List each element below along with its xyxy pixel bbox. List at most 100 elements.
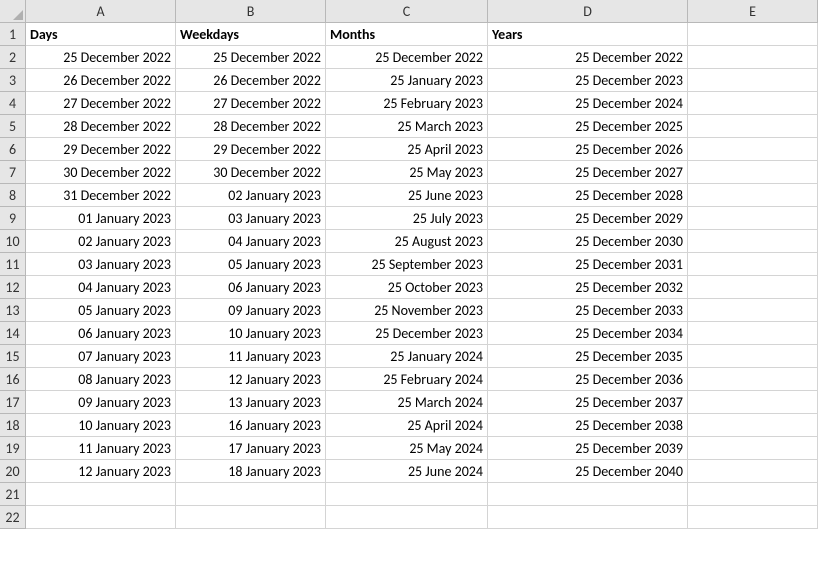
select-all-corner[interactable]	[0, 0, 26, 23]
cell-D1[interactable]: Years	[488, 23, 688, 46]
cell-A10[interactable]: 02 January 2023	[26, 230, 176, 253]
cell-B11[interactable]: 05 January 2023	[176, 253, 326, 276]
row-header-16[interactable]: 16	[0, 368, 26, 391]
cell-E6[interactable]	[688, 138, 818, 161]
cell-E2[interactable]	[688, 46, 818, 69]
cell-A4[interactable]: 27 December 2022	[26, 92, 176, 115]
cell-E18[interactable]	[688, 414, 818, 437]
cell-D15[interactable]: 25 December 2035	[488, 345, 688, 368]
cell-E20[interactable]	[688, 460, 818, 483]
cell-C5[interactable]: 25 March 2023	[326, 115, 488, 138]
cell-E5[interactable]	[688, 115, 818, 138]
cell-E21[interactable]	[688, 483, 818, 506]
cell-C3[interactable]: 25 January 2023	[326, 69, 488, 92]
cell-D5[interactable]: 25 December 2025	[488, 115, 688, 138]
cell-E10[interactable]	[688, 230, 818, 253]
cell-C22[interactable]	[326, 506, 488, 529]
cell-E3[interactable]	[688, 69, 818, 92]
row-header-20[interactable]: 20	[0, 460, 26, 483]
cell-A7[interactable]: 30 December 2022	[26, 161, 176, 184]
cell-D4[interactable]: 25 December 2024	[488, 92, 688, 115]
cell-A3[interactable]: 26 December 2022	[26, 69, 176, 92]
row-header-13[interactable]: 13	[0, 299, 26, 322]
cell-D13[interactable]: 25 December 2033	[488, 299, 688, 322]
cell-D21[interactable]	[488, 483, 688, 506]
cell-D16[interactable]: 25 December 2036	[488, 368, 688, 391]
cell-D18[interactable]: 25 December 2038	[488, 414, 688, 437]
cell-E17[interactable]	[688, 391, 818, 414]
cell-D6[interactable]: 25 December 2026	[488, 138, 688, 161]
cell-E13[interactable]	[688, 299, 818, 322]
col-header-D[interactable]: D	[488, 0, 688, 23]
cell-D2[interactable]: 25 December 2022	[488, 46, 688, 69]
cell-B16[interactable]: 12 January 2023	[176, 368, 326, 391]
cell-B22[interactable]	[176, 506, 326, 529]
col-header-A[interactable]: A	[26, 0, 176, 23]
cell-C1[interactable]: Months	[326, 23, 488, 46]
row-header-1[interactable]: 1	[0, 23, 26, 46]
cell-B13[interactable]: 09 January 2023	[176, 299, 326, 322]
row-header-11[interactable]: 11	[0, 253, 26, 276]
cell-B17[interactable]: 13 January 2023	[176, 391, 326, 414]
cell-A20[interactable]: 12 January 2023	[26, 460, 176, 483]
cell-E4[interactable]	[688, 92, 818, 115]
row-header-5[interactable]: 5	[0, 115, 26, 138]
row-header-14[interactable]: 14	[0, 322, 26, 345]
row-header-9[interactable]: 9	[0, 207, 26, 230]
row-header-2[interactable]: 2	[0, 46, 26, 69]
cell-A8[interactable]: 31 December 2022	[26, 184, 176, 207]
cell-C11[interactable]: 25 September 2023	[326, 253, 488, 276]
col-header-E[interactable]: E	[688, 0, 818, 23]
cell-B18[interactable]: 16 January 2023	[176, 414, 326, 437]
cell-E22[interactable]	[688, 506, 818, 529]
cell-C18[interactable]: 25 April 2024	[326, 414, 488, 437]
cell-A22[interactable]	[26, 506, 176, 529]
cell-D10[interactable]: 25 December 2030	[488, 230, 688, 253]
cell-C13[interactable]: 25 November 2023	[326, 299, 488, 322]
cell-B19[interactable]: 17 January 2023	[176, 437, 326, 460]
row-header-18[interactable]: 18	[0, 414, 26, 437]
cell-C19[interactable]: 25 May 2024	[326, 437, 488, 460]
cell-B10[interactable]: 04 January 2023	[176, 230, 326, 253]
row-header-10[interactable]: 10	[0, 230, 26, 253]
cell-A21[interactable]	[26, 483, 176, 506]
cell-A6[interactable]: 29 December 2022	[26, 138, 176, 161]
cell-C6[interactable]: 25 April 2023	[326, 138, 488, 161]
col-header-B[interactable]: B	[176, 0, 326, 23]
cell-C4[interactable]: 25 February 2023	[326, 92, 488, 115]
cell-A19[interactable]: 11 January 2023	[26, 437, 176, 460]
spreadsheet-grid[interactable]: ABCDE1DaysWeekdaysMonthsYears225 Decembe…	[0, 0, 820, 529]
row-header-8[interactable]: 8	[0, 184, 26, 207]
cell-D9[interactable]: 25 December 2029	[488, 207, 688, 230]
cell-A16[interactable]: 08 January 2023	[26, 368, 176, 391]
cell-C10[interactable]: 25 August 2023	[326, 230, 488, 253]
row-header-7[interactable]: 7	[0, 161, 26, 184]
cell-D22[interactable]	[488, 506, 688, 529]
cell-B8[interactable]: 02 January 2023	[176, 184, 326, 207]
cell-A12[interactable]: 04 January 2023	[26, 276, 176, 299]
row-header-19[interactable]: 19	[0, 437, 26, 460]
cell-D17[interactable]: 25 December 2037	[488, 391, 688, 414]
cell-C20[interactable]: 25 June 2024	[326, 460, 488, 483]
cell-C21[interactable]	[326, 483, 488, 506]
cell-E1[interactable]	[688, 23, 818, 46]
cell-B6[interactable]: 29 December 2022	[176, 138, 326, 161]
cell-E15[interactable]	[688, 345, 818, 368]
cell-D3[interactable]: 25 December 2023	[488, 69, 688, 92]
cell-A2[interactable]: 25 December 2022	[26, 46, 176, 69]
cell-B1[interactable]: Weekdays	[176, 23, 326, 46]
cell-C8[interactable]: 25 June 2023	[326, 184, 488, 207]
row-header-22[interactable]: 22	[0, 506, 26, 529]
cell-B4[interactable]: 27 December 2022	[176, 92, 326, 115]
cell-A11[interactable]: 03 January 2023	[26, 253, 176, 276]
cell-A17[interactable]: 09 January 2023	[26, 391, 176, 414]
row-header-4[interactable]: 4	[0, 92, 26, 115]
cell-B3[interactable]: 26 December 2022	[176, 69, 326, 92]
row-header-12[interactable]: 12	[0, 276, 26, 299]
cell-A9[interactable]: 01 January 2023	[26, 207, 176, 230]
cell-B7[interactable]: 30 December 2022	[176, 161, 326, 184]
cell-B5[interactable]: 28 December 2022	[176, 115, 326, 138]
cell-E8[interactable]	[688, 184, 818, 207]
cell-D14[interactable]: 25 December 2034	[488, 322, 688, 345]
row-header-6[interactable]: 6	[0, 138, 26, 161]
